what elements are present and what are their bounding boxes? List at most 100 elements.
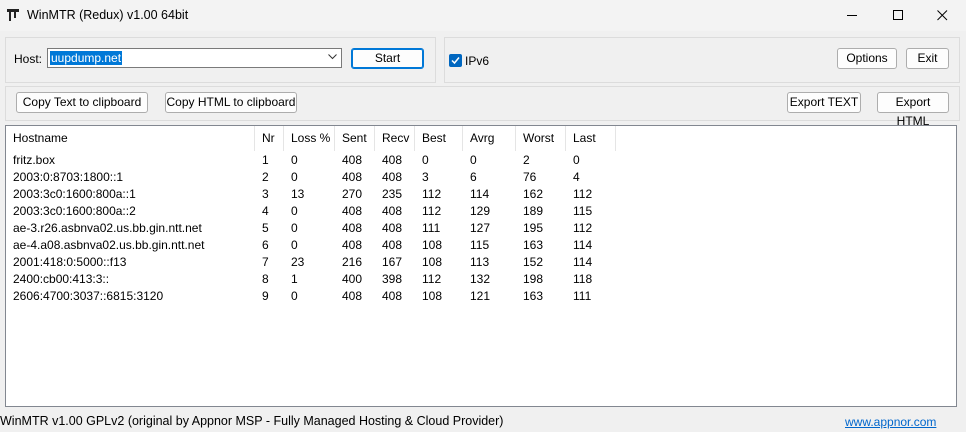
cell-recv: 167	[382, 255, 403, 269]
cell-avrg: 113	[470, 255, 490, 269]
start-button[interactable]: Start	[351, 48, 424, 69]
cell-best: 108	[422, 255, 443, 269]
column-header-loss[interactable]: Loss %	[284, 126, 335, 151]
cell-sent: 408	[342, 238, 363, 252]
column-header-sent[interactable]: Sent	[335, 126, 375, 151]
exit-button[interactable]: Exit	[906, 48, 949, 69]
host-input-value[interactable]: uupdump.net	[50, 51, 123, 65]
cell-worst: 2	[523, 153, 530, 167]
cell-last: 0	[573, 153, 580, 167]
column-header-avrg[interactable]: Avrg	[463, 126, 516, 151]
export-text-button[interactable]: Export TEXT	[787, 92, 861, 113]
cell-recv: 408	[382, 221, 403, 235]
cell-worst: 163	[523, 238, 544, 252]
title-bar: WinMTR (Redux) v1.00 64bit	[0, 0, 966, 31]
copy-html-button[interactable]: Copy HTML to clipboard	[165, 92, 297, 113]
results-table[interactable]: Hostname Nr Loss % Sent Recv Best Avrg W…	[5, 125, 957, 407]
cell-loss: 13	[291, 187, 305, 201]
cell-avrg: 115	[470, 238, 490, 252]
cell-avrg: 132	[470, 272, 491, 286]
cell-last: 118	[573, 272, 593, 286]
cell-hostname: 2001:418:0:5000::f13	[13, 255, 127, 269]
cell-best: 0	[422, 153, 429, 167]
column-header-recv[interactable]: Recv	[375, 126, 415, 151]
column-header-last[interactable]: Last	[566, 126, 616, 151]
column-header-best[interactable]: Best	[415, 126, 463, 151]
cell-best: 108	[422, 289, 443, 303]
chevron-down-icon[interactable]	[328, 54, 337, 60]
cell-nr: 6	[262, 238, 269, 252]
cell-recv: 398	[382, 272, 403, 286]
cell-sent: 216	[342, 255, 363, 269]
cell-best: 112	[422, 204, 442, 218]
cell-best: 112	[422, 272, 442, 286]
status-text: WinMTR v1.00 GPLv2 (original by Appnor M…	[0, 414, 504, 428]
cell-nr: 7	[262, 255, 269, 269]
app-icon	[6, 8, 20, 22]
cell-hostname: 2003:3c0:1600:800a::1	[13, 187, 136, 201]
cell-avrg: 6	[470, 170, 477, 184]
cell-last: 114	[573, 255, 593, 269]
cell-worst: 76	[523, 170, 537, 184]
cell-sent: 408	[342, 170, 363, 184]
cell-sent: 408	[342, 153, 363, 167]
cell-hostname: 2003:0:8703:1800::1	[13, 170, 124, 184]
close-icon	[937, 10, 948, 21]
cell-worst: 198	[523, 272, 544, 286]
cell-best: 3	[422, 170, 429, 184]
cell-hostname: ae-3.r26.asbnva02.us.bb.gin.ntt.net	[13, 221, 202, 235]
cell-hostname: 2400:cb00:413:3::	[13, 272, 110, 286]
cell-sent: 408	[342, 221, 363, 235]
host-combobox[interactable]: uupdump.net	[47, 48, 342, 68]
cell-best: 108	[422, 238, 443, 252]
cell-recv: 235	[382, 187, 403, 201]
cell-avrg: 0	[470, 153, 477, 167]
cell-nr: 3	[262, 187, 269, 201]
cell-nr: 2	[262, 170, 269, 184]
column-header-hostname[interactable]: Hostname	[6, 126, 255, 151]
cell-recv: 408	[382, 238, 403, 252]
host-label: Host:	[14, 52, 43, 66]
cell-recv: 408	[382, 289, 403, 303]
column-header-nr[interactable]: Nr	[255, 126, 284, 151]
cell-nr: 5	[262, 221, 269, 235]
cell-loss: 1	[291, 272, 298, 286]
options-button[interactable]: Options	[837, 48, 897, 69]
cell-last: 111	[573, 289, 592, 303]
maximize-button[interactable]	[876, 0, 922, 31]
window-title: WinMTR (Redux) v1.00 64bit	[27, 8, 189, 22]
cell-hostname: 2003:3c0:1600:800a::2	[13, 204, 136, 218]
cell-last: 4	[573, 170, 580, 184]
ipv6-checkbox[interactable]	[449, 54, 462, 67]
cell-loss: 0	[291, 221, 298, 235]
cell-nr: 9	[262, 289, 269, 303]
cell-loss: 0	[291, 170, 298, 184]
cell-nr: 1	[262, 153, 269, 167]
cell-worst: 152	[523, 255, 544, 269]
cell-sent: 270	[342, 187, 363, 201]
cell-avrg: 129	[470, 204, 491, 218]
ipv6-label: IPv6	[465, 54, 490, 68]
cell-worst: 195	[523, 221, 544, 235]
appnor-link[interactable]: www.appnor.com	[845, 415, 936, 429]
cell-last: 112	[573, 187, 593, 201]
cell-avrg: 127	[470, 221, 491, 235]
cell-recv: 408	[382, 204, 403, 218]
cell-hostname: ae-4.a08.asbnva02.us.bb.gin.ntt.net	[13, 238, 205, 252]
cell-sent: 408	[342, 204, 363, 218]
cell-last: 112	[573, 221, 593, 235]
export-html-button[interactable]: Export HTML	[877, 92, 949, 128]
cell-loss: 0	[291, 204, 298, 218]
cell-loss: 0	[291, 289, 298, 303]
cell-sent: 408	[342, 289, 363, 303]
copy-text-button[interactable]: Copy Text to clipboard	[16, 92, 148, 113]
cell-worst: 189	[523, 204, 544, 218]
close-button[interactable]	[920, 0, 966, 31]
minimize-button[interactable]	[830, 0, 876, 31]
column-header-worst[interactable]: Worst	[516, 126, 566, 151]
cell-last: 114	[573, 238, 593, 252]
cell-loss: 0	[291, 153, 298, 167]
cell-avrg: 114	[470, 187, 490, 201]
cell-recv: 408	[382, 170, 403, 184]
checkmark-icon	[451, 57, 460, 65]
